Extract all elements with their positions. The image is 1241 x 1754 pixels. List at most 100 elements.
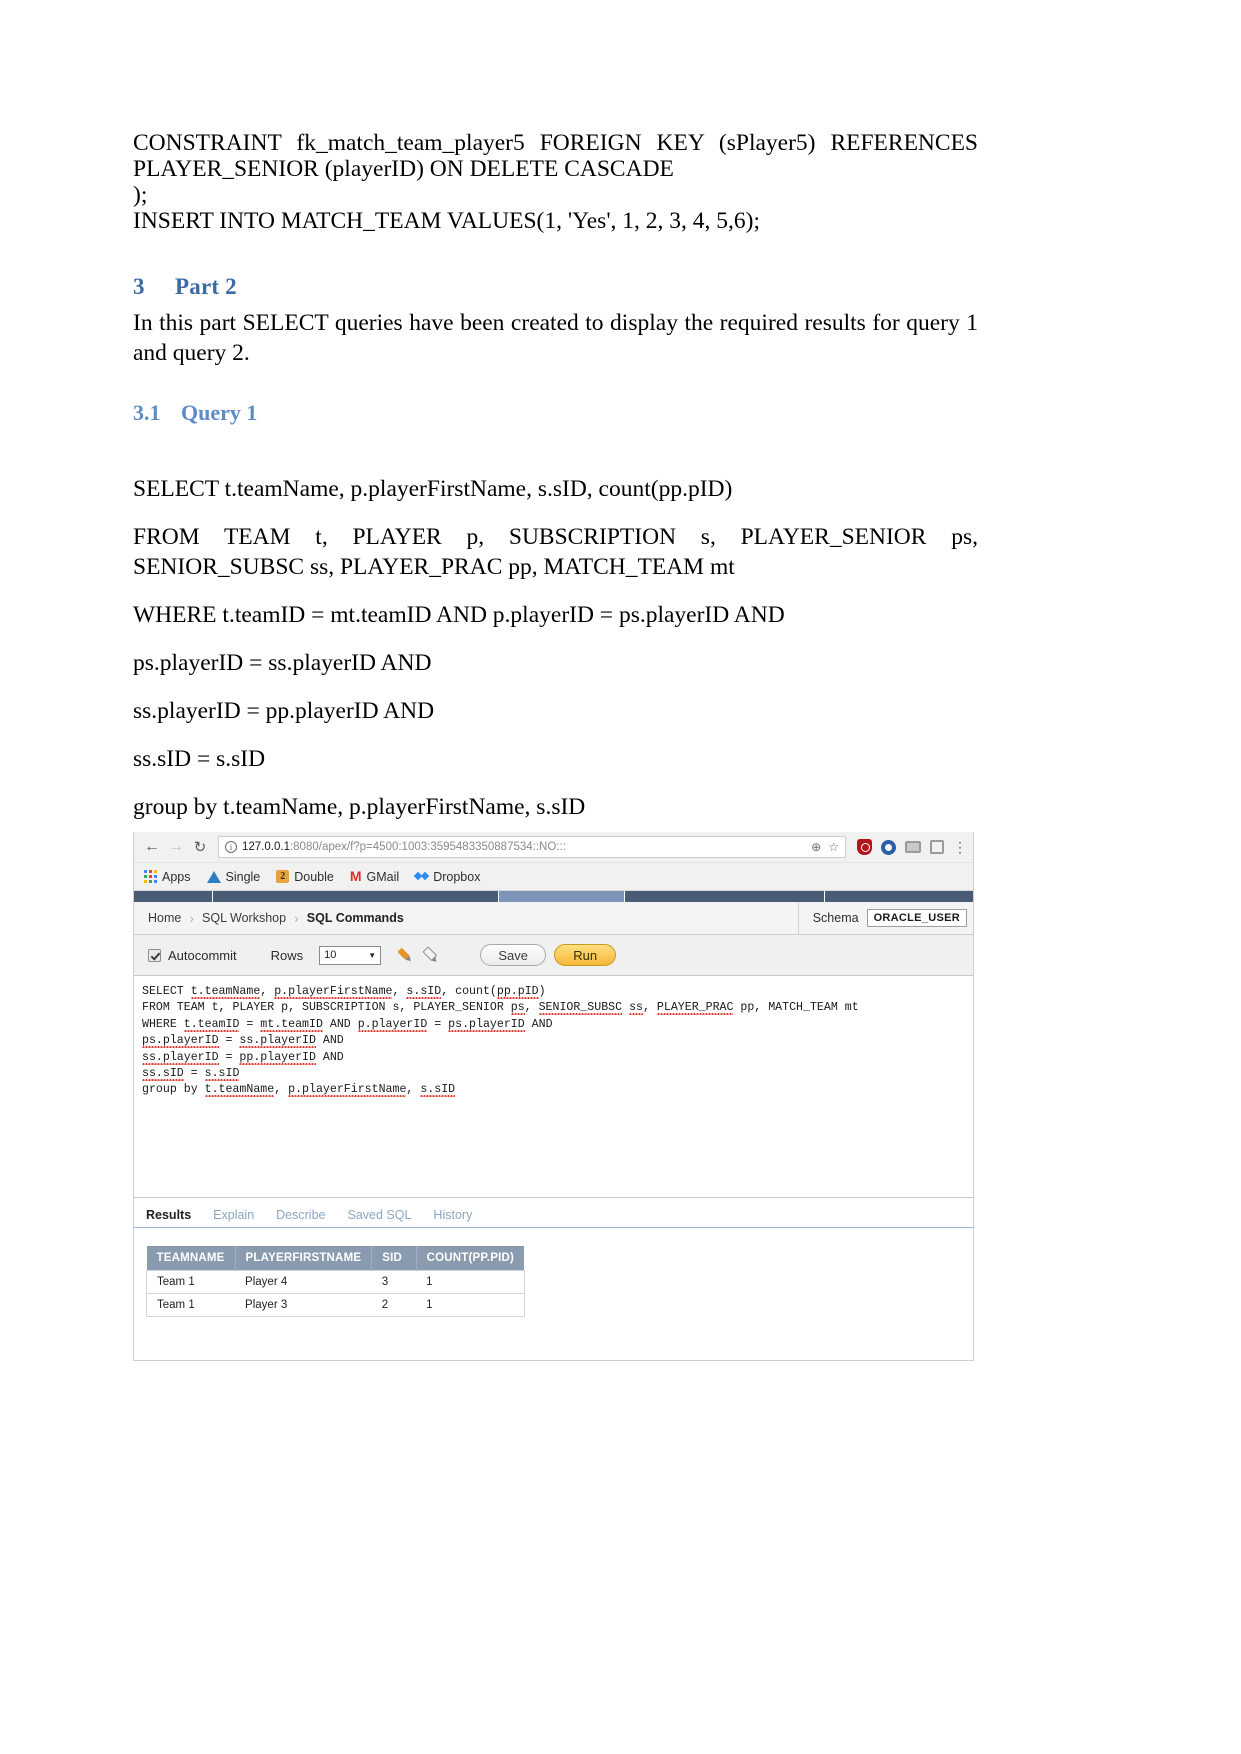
document-page: CONSTRAINT fk_match_team_player5 FOREIGN…	[0, 0, 1241, 1754]
tok: AND	[315, 1050, 344, 1064]
section-paragraph: In this part SELECT queries have been cr…	[133, 310, 978, 366]
tok: ,	[274, 1083, 289, 1097]
query-line-join-4: ss.sID = s.sID	[133, 746, 266, 772]
tab-saved-sql[interactable]: Saved SQL	[347, 1208, 411, 1227]
tok: ,	[392, 985, 407, 998]
chevron-down-icon: ▼	[368, 950, 377, 960]
column-header-playerfirstname[interactable]: PLAYERFIRSTNAME	[235, 1246, 373, 1271]
bookmark-label: Single	[225, 869, 261, 884]
bookmark-double[interactable]: 2 Double	[276, 870, 334, 884]
chrome-menu-icon[interactable]: ⋮	[953, 840, 967, 854]
bookmark-gmail[interactable]: M GMail	[349, 868, 400, 884]
zoom-icon[interactable]: ⊕	[811, 840, 821, 854]
tok: p.playerFirstName	[274, 985, 393, 999]
tok: =	[218, 1034, 240, 1048]
site-info-icon[interactable]: i	[225, 841, 237, 853]
tok: t.teamName	[204, 1083, 275, 1098]
extension-icons: ⋮	[852, 839, 967, 855]
run-button[interactable]: Run	[554, 944, 617, 966]
breadcrumb-item-sql-workshop[interactable]: SQL Workshop	[202, 911, 286, 925]
column-header-teamname[interactable]: TEAMNAME	[146, 1246, 236, 1271]
bookmark-single[interactable]: Single	[206, 869, 261, 884]
bookmark-label: Dropbox	[433, 869, 481, 884]
results-tabs: Results Explain Describe Saved SQL Histo…	[134, 1198, 973, 1228]
rows-label: Rows	[270, 947, 304, 963]
tok: ,	[260, 985, 275, 998]
highlighter-icon[interactable]	[393, 943, 417, 967]
bookmark-apps[interactable]: Apps	[144, 870, 191, 884]
adblock-shield-icon[interactable]	[857, 839, 872, 855]
breadcrumb-item-home[interactable]: Home	[148, 911, 181, 925]
tok: ss.playerID	[142, 1050, 219, 1065]
rows-select-value: 10	[324, 949, 337, 961]
subsection-title: Query 1	[181, 400, 258, 425]
extension-square-icon[interactable]	[930, 840, 944, 854]
tab-history[interactable]: History	[433, 1208, 472, 1227]
schema-select[interactable]: ORACLE_USER	[866, 909, 967, 927]
autocommit-checkbox-wrap[interactable]: Autocommit	[148, 948, 237, 963]
tok: group by	[142, 1083, 205, 1097]
breadcrumb: Home › SQL Workshop › SQL Commands Schem…	[134, 901, 973, 935]
tok: s.sID	[204, 1067, 240, 1082]
tok: =	[218, 1050, 240, 1064]
tok: ,	[524, 1001, 539, 1015]
tab-explain[interactable]: Explain	[213, 1208, 254, 1227]
tok: s.sID	[406, 985, 442, 999]
column-header-sid[interactable]: SID	[371, 1246, 417, 1271]
bookmark-star-icon[interactable]: ☆	[828, 840, 839, 854]
save-button[interactable]: Save	[480, 944, 547, 966]
tok: pp.playerID	[239, 1050, 316, 1065]
tok: p.playerID	[357, 1017, 428, 1032]
forward-button[interactable]: →	[164, 835, 188, 859]
sql-commands-toolbar: Autocommit Rows 10 ▼ Save Run	[134, 935, 973, 976]
cell-teamname: Team 1	[146, 1293, 236, 1317]
tok: SENIOR_SUBSC	[538, 1001, 623, 1016]
browser-toolbar: ← → ↻ i 127.0.0.1:8080/apex/f?p=4500:100…	[134, 832, 973, 863]
chevron-right-icon: ›	[189, 910, 195, 926]
tok: , count(	[441, 985, 497, 998]
cell-sid: 3	[371, 1270, 417, 1294]
section-title: Part 2	[175, 274, 237, 299]
cell-count: 1	[416, 1293, 525, 1317]
tok: pp.pID	[496, 985, 539, 999]
tok: ss.playerID	[239, 1034, 316, 1049]
results-panel: TEAMNAME PLAYERFIRSTNAME SID COUNT(PP.PI…	[134, 1228, 973, 1348]
back-button[interactable]: ←	[140, 835, 164, 859]
address-bar[interactable]: i 127.0.0.1:8080/apex/f?p=4500:1003:3595…	[218, 836, 846, 858]
query-line-from: FROM TEAM t, PLAYER p, SUBSCRIPTION s, P…	[133, 524, 978, 580]
url-path: :8080/apex/f?p=4500:1003:359548335088753…	[289, 841, 566, 853]
autocommit-checkbox[interactable]	[148, 948, 161, 962]
bookmark-dropbox[interactable]: Dropbox	[415, 870, 480, 884]
bookmark-label: Double	[294, 869, 334, 884]
query-line-where: WHERE t.teamID = mt.teamID AND p.playerI…	[133, 602, 785, 628]
reload-button[interactable]: ↻	[188, 835, 212, 859]
table-row: Team 1 Player 3 2 1	[146, 1293, 525, 1317]
tok: p.playerFirstName	[288, 1083, 407, 1098]
insert-statement-line: INSERT INTO MATCH_TEAM VALUES(1, 'Yes', …	[133, 208, 761, 234]
apex-application: Home › SQL Workshop › SQL Commands Schem…	[134, 891, 973, 1348]
extension-circle-icon[interactable]	[881, 839, 896, 855]
rows-select[interactable]: 10 ▼	[319, 945, 382, 965]
gmail-m-icon: M	[349, 868, 362, 884]
tab-results[interactable]: Results	[146, 1208, 191, 1227]
autocommit-label: Autocommit	[168, 947, 237, 963]
tok: PLAYER_PRAC	[656, 1001, 734, 1016]
tok: =	[183, 1067, 205, 1081]
column-header-count[interactable]: COUNT(PP.PID)	[416, 1246, 524, 1271]
tok: pp, MATCH_TEAM mt	[733, 1001, 859, 1015]
sql-editor[interactable]: SELECT t.teamName, p.playerFirstName, s.…	[134, 976, 973, 1198]
cell-playerfirstname: Player 4	[235, 1270, 372, 1294]
orange-square-icon: 2	[276, 870, 290, 883]
tab-describe[interactable]: Describe	[276, 1208, 325, 1227]
extension-rect-icon[interactable]	[905, 841, 921, 853]
constraint-line-3: );	[133, 182, 148, 208]
tok: t.teamName	[190, 985, 261, 999]
eraser-icon[interactable]	[418, 943, 442, 967]
schema-label: Schema	[812, 911, 859, 925]
tok: mt.teamID	[260, 1017, 323, 1032]
query-line-group-by: group by t.teamName, p.playerFirstName, …	[133, 794, 586, 820]
dropbox-icon	[415, 870, 428, 883]
apex-nav-divider	[624, 891, 625, 902]
bookmark-label: GMail	[366, 869, 400, 884]
